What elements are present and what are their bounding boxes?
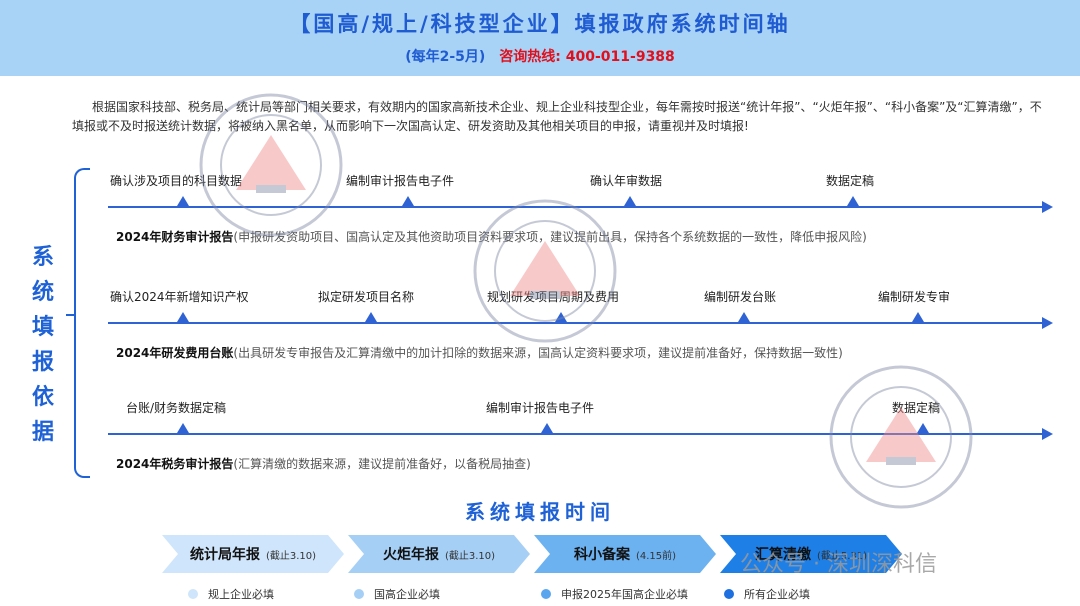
system-time-title: 系统填报时间	[465, 500, 615, 524]
timeline1-marker	[624, 196, 636, 206]
timeline2-marker	[555, 312, 567, 322]
legend-label: 国高企业必填	[374, 588, 440, 601]
period-text: (每年2-5月)	[405, 49, 486, 65]
side-title: 系 统 填 报 依 据	[30, 240, 56, 450]
timeline1-milestone-label: 确认年审数据	[590, 174, 663, 188]
timeline3-desc-title: 2024年税务审计报告	[116, 457, 234, 471]
timeline1-milestone-label: 确认涉及项目的科目数据	[110, 174, 243, 188]
header-subtitle: (每年2-5月) 咨询热线: 400-011-9388	[0, 46, 1080, 66]
legend-label: 申报2025年国高企业必填	[561, 588, 688, 601]
timeline3-arrow-icon	[1042, 428, 1053, 440]
timeline2-marker	[365, 312, 377, 322]
timeline3-milestone-label: 数据定稿	[892, 401, 941, 415]
timeline1-description: 2024年财务审计报告(申报研发资助项目、国高认定及其他资助项目资料要求项，建议…	[116, 228, 867, 245]
chevron-name: 统计局年报	[189, 547, 260, 563]
chevron-name: 科小备案	[573, 547, 630, 563]
timeline1-milestone-label: 数据定稿	[826, 174, 875, 188]
timeline2-milestone-label: 编制研发台账	[704, 290, 777, 304]
hotline-text: 咨询热线: 400-011-9388	[499, 49, 675, 65]
timeline3-milestone-label: 编制审计报告电子件	[486, 401, 595, 415]
timeline1-desc-note: (申报研发资助项目、国高认定及其他资助项目资料要求项，建议提前出具，保持各个系统…	[233, 230, 867, 244]
legend-dot-icon	[188, 589, 198, 599]
timeline2-desc-title: 2024年研发费用台账	[116, 346, 234, 360]
timeline2-description: 2024年研发费用台账(出具研发专审报告及汇算清缴中的加计扣除的数据来源，国高认…	[116, 344, 843, 361]
timeline1-desc-title: 2024年财务审计报告	[116, 230, 234, 244]
legend-label: 所有企业必填	[744, 588, 810, 601]
timeline3-milestone-label: 台账/财务数据定稿	[126, 401, 227, 415]
timeline2-marker	[912, 312, 924, 322]
bracket-tip	[66, 314, 76, 316]
legend-item: 所有企业必填	[724, 586, 810, 602]
timeline3-desc-note: (汇算清缴的数据来源，建议提前准备好，以备税局抽查)	[233, 457, 531, 471]
timeline2-milestone-label: 确认2024年新增知识产权	[110, 290, 249, 304]
timeline1-milestone-label: 编制审计报告电子件	[346, 174, 455, 188]
side-title-char: 填	[31, 315, 54, 340]
side-title-char: 系	[31, 245, 54, 270]
side-title-char: 据	[31, 420, 54, 445]
timeline2-milestone-label: 编制研发专审	[878, 290, 951, 304]
chevron-deadline: (截止3.10)	[444, 550, 496, 562]
legend-dot-icon	[354, 589, 364, 599]
page-title: 【国高/规上/科技型企业】填报政府系统时间轴	[289, 12, 791, 36]
timeline1-arrow-icon	[1042, 201, 1053, 213]
timeline1-marker	[847, 196, 859, 206]
bracket	[74, 168, 90, 478]
legend-dot-icon	[541, 589, 551, 599]
side-title-char: 依	[31, 385, 54, 410]
legend-item: 国高企业必填	[354, 586, 440, 602]
side-title-char: 统	[31, 280, 54, 305]
timeline2-marker	[738, 312, 750, 322]
chevron-huoju: 火炬年报 (截止3.10)	[348, 535, 530, 573]
seal-watermark-icon	[829, 365, 973, 509]
header-banner: 【国高/规上/科技型企业】填报政府系统时间轴 (每年2-5月) 咨询热线: 400…	[0, 0, 1080, 76]
timeline2-arrow-icon	[1042, 317, 1053, 329]
chevron-name: 火炬年报	[382, 547, 439, 563]
legend-label: 规上企业必填	[208, 588, 274, 601]
timeline3-marker	[177, 423, 189, 433]
chevron-deadline: (截止3.10)	[265, 550, 317, 562]
chevron-tongji: 统计局年报 (截止3.10)	[162, 535, 344, 573]
side-title-char: 报	[31, 350, 54, 375]
chevron-deadline: (4.15前)	[635, 550, 677, 562]
timeline2-line	[108, 322, 1042, 324]
timeline3-marker	[541, 423, 553, 433]
timeline2-desc-note: (出具研发专审报告及汇算清缴中的加计扣除的数据来源，国高认定资料要求项，建议提前…	[233, 346, 843, 360]
legend-dot-icon	[724, 589, 734, 599]
chevron-kexiao: 科小备案 (4.15前)	[534, 535, 716, 573]
timeline1-marker	[402, 196, 414, 206]
legend-item: 规上企业必填	[188, 586, 274, 602]
timeline3-marker	[917, 423, 929, 433]
timeline1-line	[108, 206, 1042, 208]
timeline2-milestone-label: 拟定研发项目名称	[318, 290, 415, 304]
timeline2-milestone-label: 规划研发项目周期及费用	[487, 290, 620, 304]
timeline3-line	[108, 433, 1042, 435]
legend-item: 申报2025年国高企业必填	[541, 586, 688, 602]
intro-paragraph: 根据国家科技部、税务局、统计局等部门相关要求，有效期内的国家高新技术企业、规上企…	[72, 100, 1042, 133]
wechat-watermark: 公众号 · 深圳深科信	[740, 552, 937, 577]
timeline3-description: 2024年税务审计报告(汇算清缴的数据来源，建议提前准备好，以备税局抽查)	[116, 455, 531, 472]
timeline2-marker	[177, 312, 189, 322]
timeline1-marker	[177, 196, 189, 206]
